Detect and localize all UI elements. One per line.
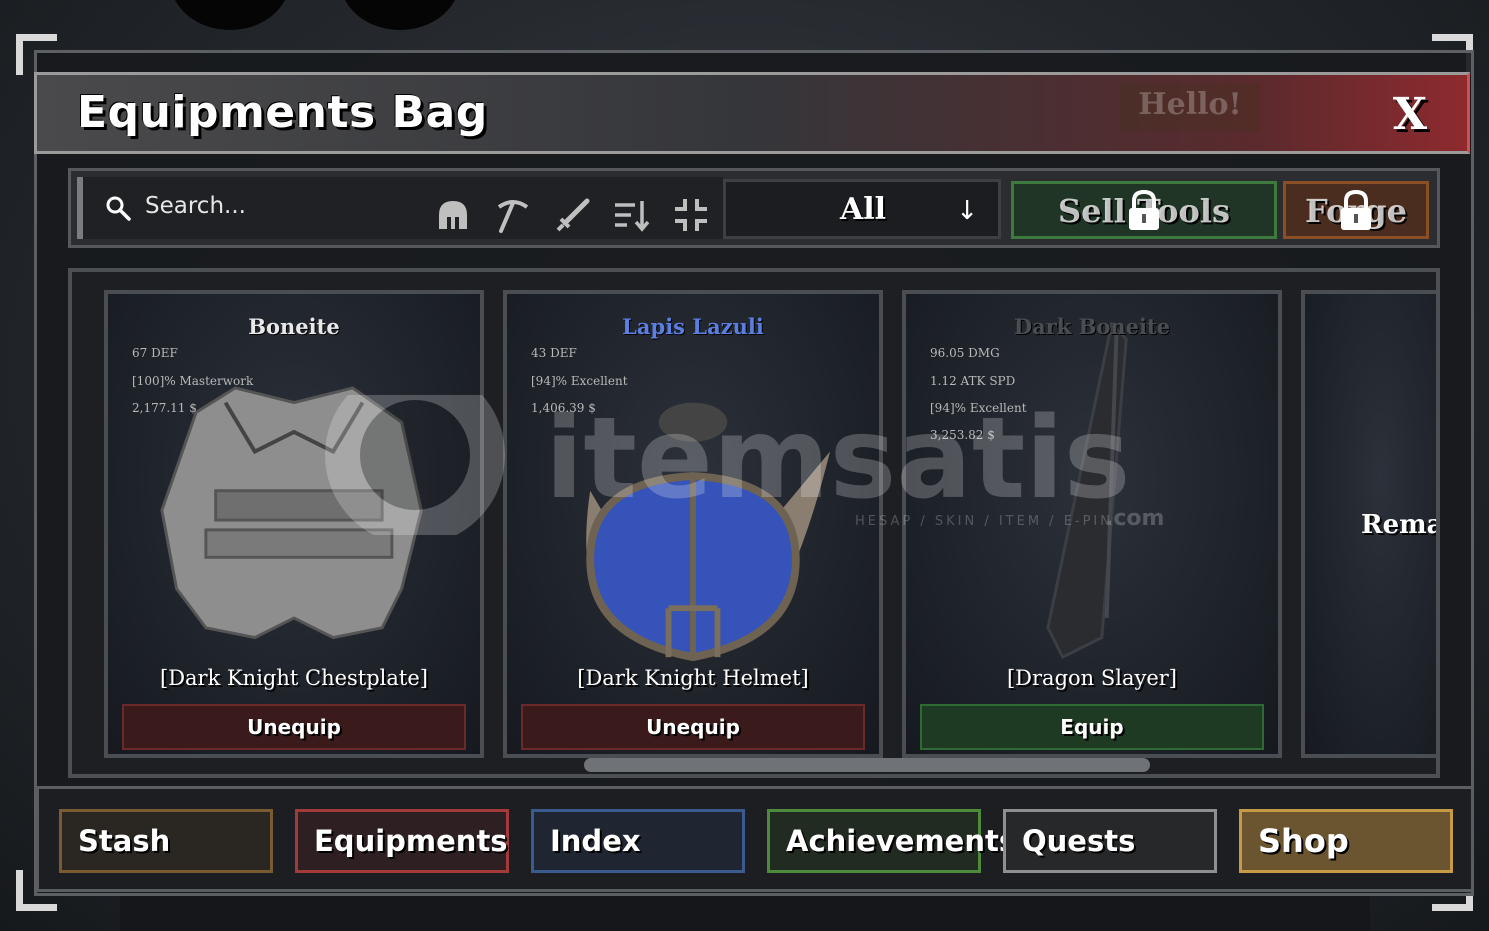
equipment-card[interactable]: Boneite 67 DEF [100]% Masterwork 2,177.1…: [104, 290, 484, 758]
search-icon: [106, 196, 131, 221]
lock-icon: [1341, 189, 1371, 230]
stat-line: 96.05 DMG: [930, 346, 1000, 360]
toolbar: Search... All ↓ Sell Tools: [68, 168, 1440, 248]
search-input[interactable]: Search...: [77, 177, 723, 239]
forge-button[interactable]: Forge: [1283, 181, 1429, 239]
equipment-card[interactable]: Dark Boneite 96.05 DMG 1.12 ATK SPD [94]…: [902, 290, 1282, 758]
close-button[interactable]: X: [1393, 89, 1427, 140]
window-title: Equipments Bag: [77, 87, 488, 138]
tab-stash[interactable]: Stash: [59, 809, 273, 873]
material-name: Boneite: [248, 314, 340, 339]
sort-icon[interactable]: [611, 195, 651, 235]
item-name: [Dragon Slayer]: [1006, 666, 1178, 690]
filter-selected-value: All: [840, 192, 887, 227]
unequip-button[interactable]: Unequip: [122, 704, 466, 750]
helmet-icon[interactable]: [433, 195, 473, 235]
stat-line: [100]% Masterwork: [132, 374, 254, 388]
tab-achievements[interactable]: Achievements: [767, 809, 1016, 873]
equipment-list[interactable]: Boneite 67 DEF [100]% Masterwork 2,177.1…: [68, 268, 1440, 778]
stat-line: [94]% Excellent: [531, 374, 628, 388]
unequip-button[interactable]: Unequip: [521, 704, 865, 750]
search-placeholder: Search...: [145, 193, 246, 219]
stat-line: 43 DEF: [531, 346, 577, 360]
horizontal-scrollbar[interactable]: [584, 758, 1150, 772]
lock-icon: [1129, 189, 1159, 230]
material-name: Lapis Lazuli: [622, 314, 764, 339]
item-name: [Dark Knight Chestplate]: [160, 666, 428, 690]
tab-shop[interactable]: Shop: [1239, 809, 1453, 873]
material-name: Dark Boneite: [1013, 314, 1171, 339]
tab-index[interactable]: Index: [531, 809, 745, 873]
title-bar: Hello! Equipments Bag X: [34, 72, 1470, 154]
hotbar-background: [120, 896, 1370, 931]
navigation-tabs: Stash Equipments Index Achievements Ques…: [36, 786, 1474, 892]
stat-line: 1.12 ATK SPD: [930, 374, 1016, 388]
tab-equipments[interactable]: Equipments: [295, 809, 509, 873]
stat-line: 2,177.11 $: [132, 401, 197, 415]
stat-line: 3,253.82 $: [930, 428, 995, 442]
stat-line: 67 DEF: [132, 346, 178, 360]
stat-line: 1,406.39 $: [531, 401, 596, 415]
partial-card-text: Rema: [1361, 510, 1440, 540]
sell-tools-button[interactable]: Sell Tools: [1011, 181, 1277, 239]
sword-icon[interactable]: [553, 195, 593, 235]
item-name: [Dark Knight Helmet]: [577, 666, 809, 690]
stat-line: [94]% Excellent: [930, 401, 1027, 415]
background-decoration: [170, 0, 290, 30]
collapse-icon[interactable]: [671, 195, 711, 235]
filter-dropdown[interactable]: All ↓: [723, 179, 1001, 239]
background-speech-bubble: Hello!: [1120, 83, 1260, 131]
background-decoration: [340, 0, 460, 30]
tab-quests[interactable]: Quests: [1003, 809, 1217, 873]
pickaxe-icon[interactable]: [493, 195, 533, 235]
equipment-card[interactable]: Lapis Lazuli 43 DEF [94]% Excellent 1,40…: [503, 290, 883, 758]
equip-button[interactable]: Equip: [920, 704, 1264, 750]
arrow-down-icon: ↓: [956, 196, 978, 226]
